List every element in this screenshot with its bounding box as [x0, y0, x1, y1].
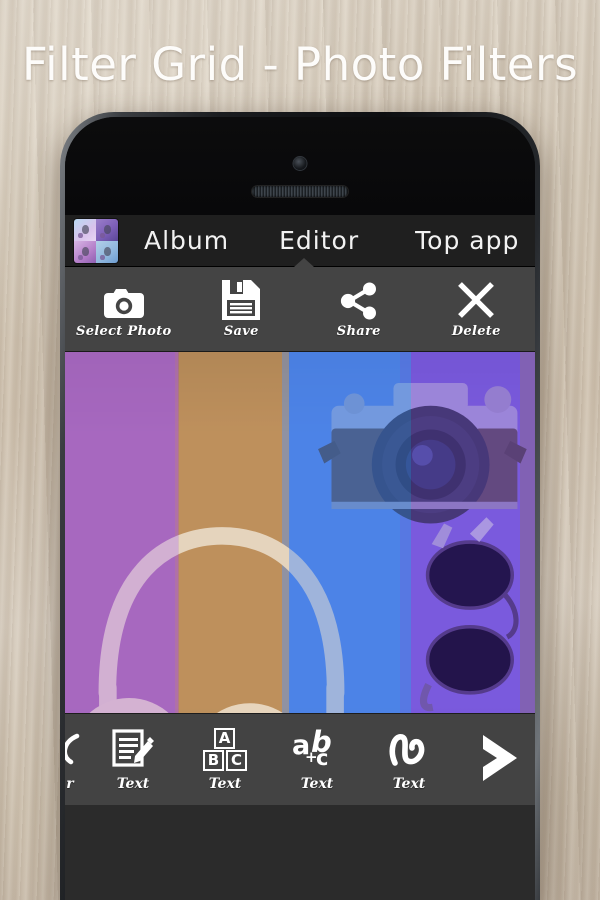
phone-screen: Album Editor Top app Select Photo Save S… — [65, 215, 535, 900]
text-tools-toolbar: r Text A B C Text a b + c Text Text — [65, 713, 535, 805]
chevron-right-icon — [473, 735, 521, 781]
text-tool-partial-label: r — [66, 776, 74, 792]
next-button[interactable] — [461, 714, 533, 805]
text-tool-notepad-label: Text — [116, 776, 150, 792]
text-tool-blocks[interactable]: A B C Text — [179, 714, 271, 805]
abc-blocks-icon: A B C — [202, 727, 248, 773]
photo-canvas[interactable]: r Text A B C Text a b + c Text Text — [65, 352, 535, 805]
share-button[interactable]: Share — [300, 267, 418, 351]
delete-label: Delete — [451, 323, 501, 339]
active-tab-caret-icon — [294, 258, 314, 267]
share-label: Share — [336, 323, 381, 339]
block-letter-a: A — [214, 728, 235, 749]
select-photo-button[interactable]: Select Photo — [65, 267, 183, 351]
camera-icon — [102, 280, 146, 320]
app-icon-tile — [96, 218, 118, 241]
save-button[interactable]: Save — [183, 267, 301, 351]
phone-top-bezel — [65, 117, 535, 215]
app-icon-tile — [96, 240, 118, 263]
text-tool-script[interactable]: Text — [363, 714, 455, 805]
text-tool-notepad[interactable]: Text — [87, 714, 179, 805]
notepad-pencil-icon — [111, 727, 155, 773]
front-camera-icon — [293, 157, 307, 170]
save-label: Save — [223, 323, 259, 339]
floppy-disk-icon — [222, 279, 261, 320]
phone-body: Album Editor Top app Select Photo Save S… — [65, 117, 535, 900]
tab-editor[interactable]: Editor — [275, 226, 363, 255]
block-letter-b: B — [203, 750, 224, 771]
text-tool-blocks-label: Text — [208, 776, 242, 792]
text-tool-letters-label: Text — [300, 776, 334, 792]
delete-button[interactable]: Delete — [418, 267, 536, 351]
earpiece-speaker-icon — [252, 186, 348, 197]
letter-c: c — [316, 746, 329, 770]
phone-mockup: Album Editor Top app Select Photo Save S… — [60, 112, 540, 900]
page-title: Filter Grid - Photo Filters — [21, 38, 579, 91]
block-letter-c: C — [226, 750, 247, 771]
text-tool-script-label: Text — [392, 776, 426, 792]
script-squiggle-icon — [384, 727, 434, 773]
text-tool-partial-previous[interactable]: r — [65, 714, 87, 805]
tab-top-app[interactable]: Top app — [411, 226, 523, 255]
editor-toolbar: Select Photo Save Share Delete — [65, 267, 535, 352]
app-icon[interactable] — [74, 218, 118, 263]
script-squiggle-icon — [65, 727, 85, 773]
close-x-icon — [456, 280, 496, 320]
app-icon-tile — [74, 240, 96, 263]
text-tool-letters[interactable]: a b + c Text — [271, 714, 363, 805]
abc-letters-icon: a b + c — [292, 727, 342, 773]
share-nodes-icon — [340, 280, 378, 320]
app-icon-tile — [74, 218, 96, 241]
tab-album[interactable]: Album — [140, 226, 233, 255]
app-navbar: Album Editor Top app — [65, 215, 535, 267]
select-photo-label: Select Photo — [76, 323, 172, 339]
